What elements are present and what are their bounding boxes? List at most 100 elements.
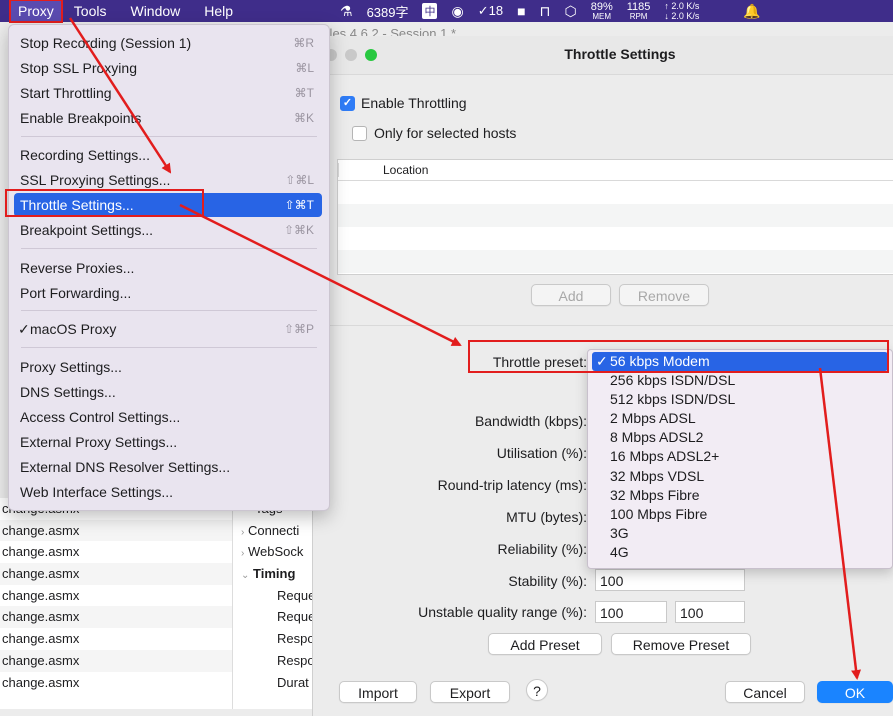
annotation-box-throttle-settings xyxy=(5,189,204,217)
menu-item-port-forwarding[interactable]: Port Forwarding... xyxy=(14,281,322,305)
add-preset-button[interactable]: Add Preset xyxy=(488,633,602,655)
list-item[interactable]: change.asmx xyxy=(0,541,232,563)
only-selected-hosts-checkbox[interactable] xyxy=(352,126,367,141)
bandwidth-label: Bandwidth (kbps): xyxy=(474,413,587,429)
list-item[interactable]: change.asmx xyxy=(0,628,232,650)
tree-item[interactable]: Reque xyxy=(233,606,313,628)
list-item[interactable]: change.asmx xyxy=(0,585,232,607)
chevron-right-icon: › xyxy=(241,548,245,560)
list-item[interactable]: change.asmx xyxy=(0,649,232,672)
network-stat[interactable]: ↑ 2.0 K/s ↓ 2.0 K/s xyxy=(664,1,699,21)
rpm-stat[interactable]: 1185 RPM xyxy=(627,1,651,21)
menu-item-access-control-settings[interactable]: Access Control Settings... xyxy=(14,405,322,429)
detail-tree: Tags › Connecti › WebSock ⌄ Timing Reque… xyxy=(232,498,313,709)
list-item[interactable]: change.asmx xyxy=(0,672,232,694)
help-button[interactable]: ? xyxy=(526,679,548,701)
word-count[interactable]: 6389字 xyxy=(367,2,409,21)
unstable-range-low-input[interactable]: 100 xyxy=(595,601,667,623)
menu-item-proxy-settings[interactable]: Proxy Settings... xyxy=(14,355,322,379)
latency-label: Round-trip latency (ms): xyxy=(437,477,587,493)
square-app-icon[interactable]: ■ xyxy=(517,3,525,19)
throttle-preset-dropdown[interactable]: ✓ 56 kbps Modem 256 kbps ISDN/DSL 512 kbp… xyxy=(587,349,893,569)
tree-item[interactable]: Respo xyxy=(233,650,313,672)
menu-item-web-interface-settings[interactable]: Web Interface Settings... xyxy=(14,480,322,504)
menu-item-label: DNS Settings... xyxy=(20,384,116,400)
tree-item[interactable]: Reque xyxy=(233,585,313,607)
unstable-range-high-input[interactable]: 100 xyxy=(675,601,745,623)
preset-option[interactable]: 3G xyxy=(588,524,892,543)
tree-item[interactable]: Durat xyxy=(233,672,313,694)
enable-throttling-label[interactable]: Enable Throttling xyxy=(361,95,467,111)
preset-option[interactable]: 8 Mbps ADSL2 xyxy=(588,428,892,447)
stability-input[interactable]: 100 xyxy=(595,569,745,591)
menu-item-label: Reverse Proxies... xyxy=(20,260,135,276)
menu-shortcut: ⇧⌘L xyxy=(285,173,314,187)
menu-item-label: External DNS Resolver Settings... xyxy=(20,459,231,475)
menubar-window[interactable]: Window xyxy=(118,0,192,22)
menu-item-reverse-proxies[interactable]: Reverse Proxies... xyxy=(14,256,322,280)
preset-option[interactable]: 32 Mbps VDSL xyxy=(588,467,892,486)
rpm-label: RPM xyxy=(629,11,648,21)
export-button[interactable]: Export xyxy=(430,681,510,703)
list-item[interactable]: change.asmx xyxy=(0,606,232,629)
menu-item-label: Stop SSL Proxying xyxy=(20,60,137,76)
tree-item-label: Timing xyxy=(253,566,296,582)
cube-icon[interactable]: ⬡ xyxy=(564,3,576,20)
menu-item-external-proxy-settings[interactable]: External Proxy Settings... xyxy=(14,430,322,454)
preset-option[interactable]: 32 Mbps Fibre xyxy=(588,486,892,505)
add-host-button[interactable]: Add xyxy=(531,284,611,306)
table-header: Location xyxy=(338,160,893,181)
lock-icon[interactable]: ⊓ xyxy=(540,3,551,20)
tree-item[interactable]: › WebSock xyxy=(233,541,313,563)
remove-preset-button[interactable]: Remove Preset xyxy=(611,633,751,655)
dialog-titlebar: Throttle Settings xyxy=(313,36,893,75)
preset-option[interactable]: 4G xyxy=(588,543,892,562)
menubar-proxy[interactable]: Proxy xyxy=(9,0,63,23)
menu-item-macos-proxy[interactable]: ✓ macOS Proxy ⇧⌘P xyxy=(14,317,322,341)
list-item[interactable]: change.asmx xyxy=(0,519,232,542)
menu-item-label: Proxy Settings... xyxy=(20,359,122,375)
only-selected-hosts-label[interactable]: Only for selected hosts xyxy=(374,125,516,141)
bell-icon[interactable]: 🔔 xyxy=(743,3,760,20)
menu-item-recording-settings[interactable]: Recording Settings... xyxy=(14,143,322,167)
check-count[interactable]: ✓18 xyxy=(478,3,503,19)
preset-option[interactable]: 16 Mbps ADSL2+ xyxy=(588,447,892,466)
preset-option[interactable]: 100 Mbps Fibre xyxy=(588,505,892,524)
app-status-icon[interactable]: ⚗ xyxy=(340,3,353,20)
menubar-tools[interactable]: Tools xyxy=(62,0,119,22)
menu-item-enable-breakpoints[interactable]: Enable Breakpoints ⌘K xyxy=(14,106,322,130)
mtu-label: MTU (bytes): xyxy=(506,509,587,525)
memory-stat[interactable]: 89% MEM xyxy=(591,1,613,21)
unstable-range-label: Unstable quality range (%): xyxy=(418,604,587,620)
dialog-title: Throttle Settings xyxy=(564,46,676,62)
menubar: Proxy Tools Window Help ⚗ 6389字 中 ◉ ✓18 … xyxy=(0,0,893,23)
menu-shortcut: ⌘K xyxy=(293,111,314,125)
menu-item-stop-recording[interactable]: Stop Recording (Session 1) ⌘R xyxy=(14,31,322,55)
cancel-button[interactable]: Cancel xyxy=(725,681,805,703)
preset-option[interactable]: 512 kbps ISDN/DSL xyxy=(588,390,892,409)
globe-icon[interactable]: ◉ xyxy=(451,3,463,20)
menu-item-stop-ssl-proxying[interactable]: Stop SSL Proxying ⌘L xyxy=(14,56,322,80)
menubar-help[interactable]: Help xyxy=(192,0,245,22)
tree-item[interactable]: ⌄ Timing xyxy=(233,563,313,585)
menu-item-start-throttling[interactable]: Start Throttling ⌘T xyxy=(14,81,322,105)
remove-host-button[interactable]: Remove xyxy=(619,284,709,306)
preset-option[interactable]: 256 kbps ISDN/DSL xyxy=(588,371,892,390)
menu-item-breakpoint-settings[interactable]: Breakpoint Settings... ⇧⌘K xyxy=(14,218,322,242)
preset-option[interactable]: 2 Mbps ADSL xyxy=(588,409,892,428)
import-button[interactable]: Import xyxy=(339,681,417,703)
table-row xyxy=(338,227,893,250)
menu-item-external-dns-resolver-settings[interactable]: External DNS Resolver Settings... xyxy=(14,455,322,479)
enable-throttling-checkbox[interactable]: ✓ xyxy=(340,96,355,111)
input-method-icon[interactable]: 中 xyxy=(422,3,438,19)
tree-item[interactable]: › Connecti xyxy=(233,520,313,542)
list-item[interactable]: change.asmx xyxy=(0,563,232,585)
net-up: ↑ 2.0 K/s xyxy=(664,1,700,11)
location-column-header[interactable]: Location xyxy=(338,163,429,177)
tree-item[interactable]: Respo xyxy=(233,628,313,650)
ok-button[interactable]: OK xyxy=(817,681,893,703)
hosts-table[interactable]: Location xyxy=(337,159,893,275)
menu-item-label: Recording Settings... xyxy=(20,147,150,163)
table-row xyxy=(338,181,893,204)
menu-item-dns-settings[interactable]: DNS Settings... xyxy=(14,380,322,404)
